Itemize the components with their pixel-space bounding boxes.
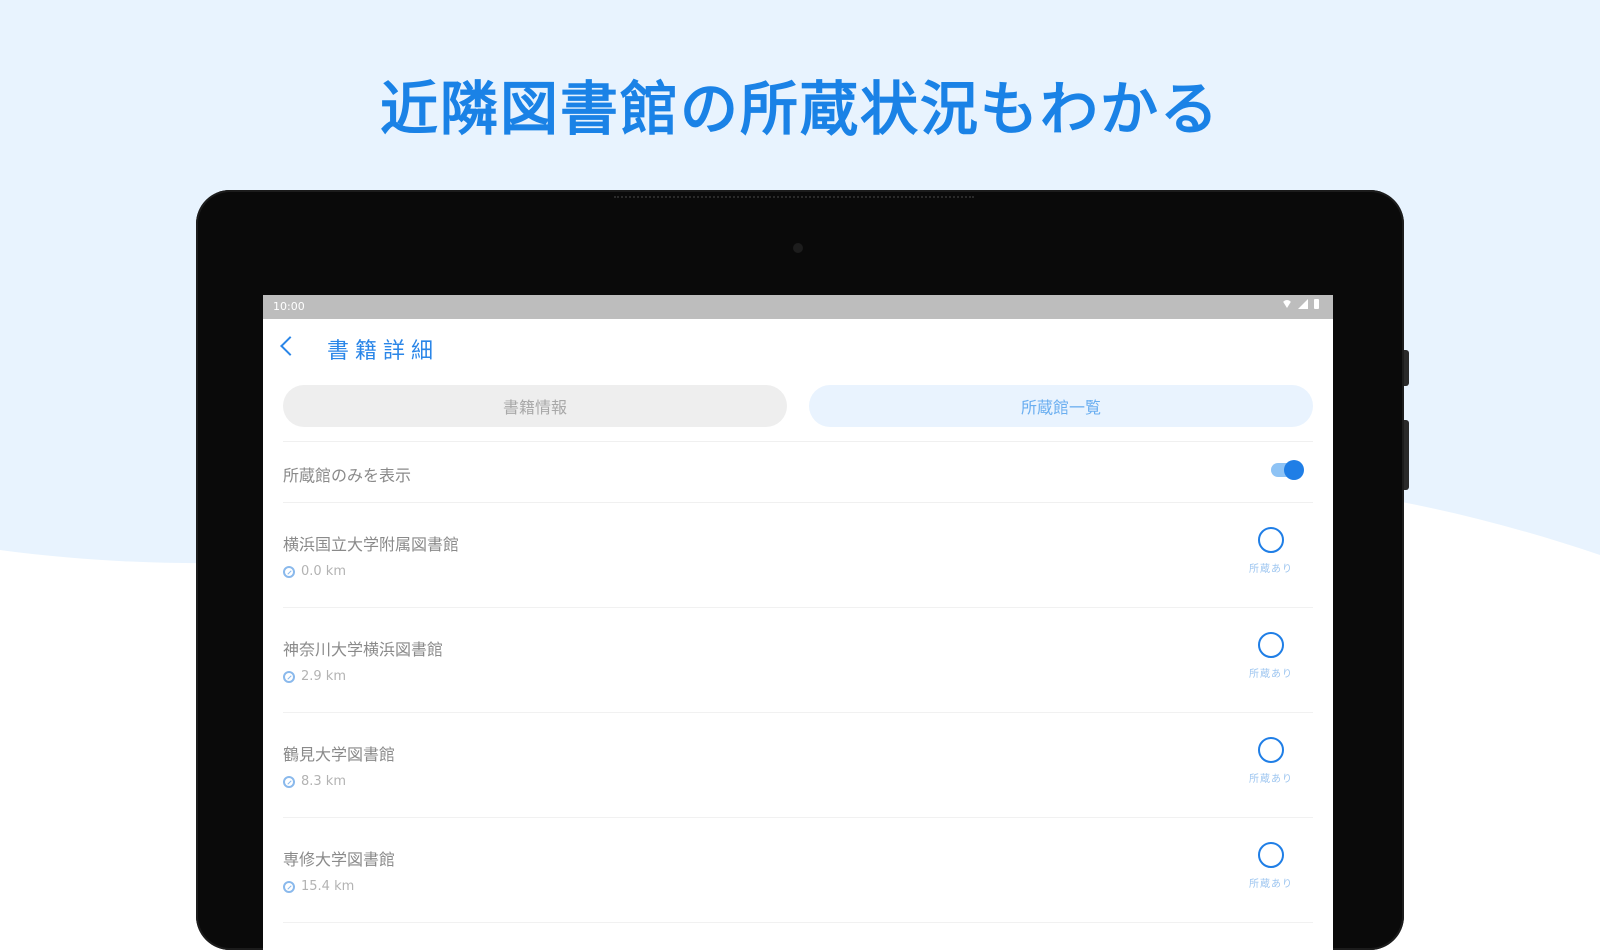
filter-row: 所蔵館のみを表示 xyxy=(283,441,1313,503)
chevron-left-icon[interactable] xyxy=(280,336,300,356)
library-distance: 15.4 km xyxy=(301,879,355,894)
location-icon xyxy=(283,775,295,788)
app-bar: 書籍詳細 xyxy=(263,319,1333,377)
headline: 近隣図書館の所蔵状況もわかる xyxy=(379,75,1220,143)
status-icons xyxy=(1282,299,1319,309)
circle-icon xyxy=(1258,632,1284,658)
signal-icon xyxy=(1298,299,1308,309)
location-icon xyxy=(283,565,295,578)
library-name: 鶴見大学図書館 xyxy=(283,745,396,764)
library-meta: 2.9 km xyxy=(283,669,346,684)
app-screen: 10:00 書籍詳細 書籍情報 所蔵館一覧 所蔵館のみを表示 横浜国立大学附属図… xyxy=(263,295,1333,950)
list-item[interactable]: 横浜国立大学附属図書館 0.0 km 所蔵あり xyxy=(283,503,1313,608)
holding-label: 所蔵あり xyxy=(1249,564,1293,575)
page-title: 書籍詳細 xyxy=(327,339,440,364)
list-item[interactable]: 神奈川大学横浜図書館 2.9 km 所蔵あり xyxy=(283,608,1313,713)
holding-label: 所蔵あり xyxy=(1249,669,1293,680)
holding-status: 所蔵あり xyxy=(1241,737,1301,785)
tab-book-info[interactable]: 書籍情報 xyxy=(283,385,787,427)
tab-bar: 書籍情報 所蔵館一覧 xyxy=(263,377,1333,427)
wifi-icon xyxy=(1282,300,1292,308)
circle-icon xyxy=(1258,842,1284,868)
holding-only-toggle[interactable] xyxy=(1271,460,1304,480)
list-item[interactable]: 専修大学図書館 15.4 km 所蔵あり xyxy=(283,818,1313,923)
volume-button xyxy=(1404,350,1409,386)
status-time: 10:00 xyxy=(273,300,305,313)
holding-label: 所蔵あり xyxy=(1249,774,1293,785)
library-list: 横浜国立大学附属図書館 0.0 km 所蔵あり 神奈川大学横浜図書館 2.9 k… xyxy=(283,503,1313,923)
location-icon xyxy=(283,670,295,683)
circle-icon xyxy=(1258,527,1284,553)
holding-status: 所蔵あり xyxy=(1241,527,1301,575)
library-distance: 8.3 km xyxy=(301,774,346,789)
list-item[interactable]: 鶴見大学図書館 8.3 km 所蔵あり xyxy=(283,713,1313,818)
library-name: 神奈川大学横浜図書館 xyxy=(283,640,444,659)
holding-label: 所蔵あり xyxy=(1249,879,1293,890)
filter-label: 所蔵館のみを表示 xyxy=(283,466,412,485)
library-distance: 2.9 km xyxy=(301,669,346,684)
power-button xyxy=(1404,420,1409,490)
tab-holding-libraries[interactable]: 所蔵館一覧 xyxy=(809,385,1313,427)
library-name: 横浜国立大学附属図書館 xyxy=(283,535,460,554)
circle-icon xyxy=(1258,737,1284,763)
camera-icon xyxy=(793,243,803,253)
holding-status: 所蔵あり xyxy=(1241,842,1301,890)
tablet-frame: 10:00 書籍詳細 書籍情報 所蔵館一覧 所蔵館のみを表示 横浜国立大学附属図… xyxy=(196,190,1409,950)
status-bar: 10:00 xyxy=(263,295,1333,319)
library-distance: 0.0 km xyxy=(301,564,346,579)
battery-icon xyxy=(1314,299,1319,309)
library-meta: 15.4 km xyxy=(283,879,354,894)
library-meta: 8.3 km xyxy=(283,774,346,789)
location-icon xyxy=(283,880,295,893)
tablet-speaker-grille xyxy=(614,190,974,198)
library-meta: 0.0 km xyxy=(283,564,346,579)
toggle-knob xyxy=(1284,460,1304,480)
holding-status: 所蔵あり xyxy=(1241,632,1301,680)
library-name: 専修大学図書館 xyxy=(283,850,396,869)
